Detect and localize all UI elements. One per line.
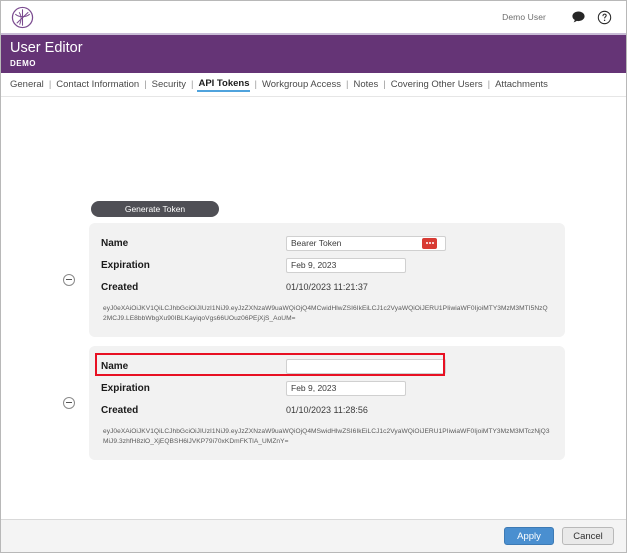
topbar-right-group: Demo User bbox=[502, 10, 612, 25]
collapse-toggle-token-1[interactable] bbox=[63, 274, 75, 286]
page-subtitle: DEMO bbox=[10, 59, 36, 68]
token-expiration-input[interactable] bbox=[286, 257, 406, 273]
token-expiration-input[interactable] bbox=[286, 380, 406, 396]
tab-separator: | bbox=[383, 79, 386, 90]
tab-security[interactable]: Security bbox=[151, 79, 187, 90]
dialog-footer: Apply Cancel bbox=[1, 519, 626, 552]
token-string: eyJ0eXAiOiJKV1QiLCJhbGciOiJIUzI1NiJ9.eyJ… bbox=[103, 305, 548, 322]
token-created-row: Created 01/10/2023 11:28:56 bbox=[101, 399, 553, 421]
token-created-value: 01/10/2023 11:21:37 bbox=[286, 282, 368, 292]
app-topbar: Demo User bbox=[1, 1, 626, 35]
token-string: eyJ0eXAiOiJKV1QiLCJhbGciOiJIUzI1NiJ9.eyJ… bbox=[103, 428, 550, 445]
token-name-row: Name bbox=[101, 355, 553, 377]
api-tokens-panel: Generate Token Name Expiration Created 0… bbox=[1, 97, 626, 537]
help-circle-icon[interactable] bbox=[597, 10, 612, 25]
tab-bar: General | Contact Information | Security… bbox=[1, 73, 626, 97]
tab-general[interactable]: General bbox=[9, 79, 45, 90]
token-name-label: Name bbox=[101, 360, 129, 372]
mask-dot bbox=[428, 242, 431, 244]
generate-token-button[interactable]: Generate Token bbox=[91, 201, 219, 217]
mask-dot bbox=[431, 242, 434, 244]
token-created-row: Created 01/10/2023 11:21:37 bbox=[101, 276, 553, 298]
token-name-input[interactable] bbox=[286, 358, 446, 374]
token-name-row: Name bbox=[101, 232, 553, 254]
current-user-label: Demo User bbox=[502, 12, 546, 22]
token-card: Name Expiration Created 01/10/2023 11:21… bbox=[89, 223, 565, 337]
token-expiration-label: Expiration bbox=[101, 382, 150, 394]
tab-separator: | bbox=[144, 79, 147, 90]
token-name-label: Name bbox=[101, 237, 129, 249]
page-title: User Editor bbox=[10, 40, 83, 56]
tab-covering-other-users[interactable]: Covering Other Users bbox=[390, 79, 484, 90]
user-editor-window: Demo User User Editor DEMO General | Con… bbox=[0, 0, 627, 553]
cancel-button[interactable]: Cancel bbox=[562, 527, 614, 545]
token-created-value: 01/10/2023 11:28:56 bbox=[286, 405, 368, 415]
collapse-toggle-token-2[interactable] bbox=[63, 397, 75, 409]
tab-notes[interactable]: Notes bbox=[352, 79, 379, 90]
chat-bubble-icon[interactable] bbox=[571, 10, 586, 25]
token-card: Name Expiration Created 01/10/2023 11:28… bbox=[89, 346, 565, 460]
mask-dot bbox=[425, 242, 428, 244]
tab-separator: | bbox=[345, 79, 349, 90]
token-created-label: Created bbox=[101, 404, 139, 416]
mask-token-button[interactable] bbox=[422, 237, 437, 249]
apply-button[interactable]: Apply bbox=[504, 527, 554, 545]
tab-separator: | bbox=[190, 79, 194, 90]
tab-separator: | bbox=[487, 79, 491, 90]
token-created-label: Created bbox=[101, 281, 139, 293]
app-logo-icon[interactable] bbox=[11, 6, 34, 29]
tab-workgroup-access[interactable]: Workgroup Access bbox=[261, 79, 342, 90]
token-expiration-label: Expiration bbox=[101, 259, 150, 271]
tab-separator: | bbox=[254, 79, 257, 90]
tab-api-tokens[interactable]: API Tokens bbox=[197, 78, 251, 92]
token-expiration-row: Expiration bbox=[101, 377, 553, 399]
tab-separator: | bbox=[48, 79, 52, 90]
tab-contact-information[interactable]: Contact Information bbox=[55, 79, 140, 90]
tab-attachments[interactable]: Attachments bbox=[494, 79, 549, 90]
page-header: User Editor DEMO bbox=[1, 35, 626, 73]
token-expiration-row: Expiration bbox=[101, 254, 553, 276]
